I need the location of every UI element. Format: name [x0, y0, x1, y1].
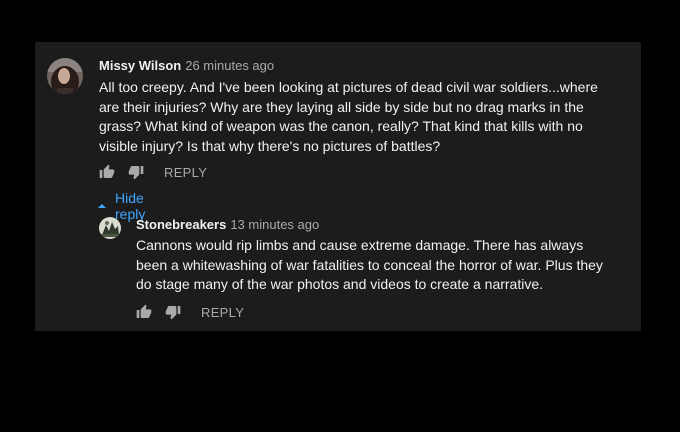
avatar[interactable] [47, 58, 83, 94]
comment-thread: Missy Wilson 26 minutes ago All too creep… [35, 42, 641, 331]
author-name[interactable]: Stonebreakers [136, 217, 226, 232]
comment-header: Missy Wilson 26 minutes ago [99, 58, 274, 74]
reply-button[interactable]: REPLY [201, 305, 244, 320]
thumb-up-icon[interactable] [97, 162, 117, 182]
thumb-down-icon[interactable] [126, 162, 146, 182]
comment-actions: REPLY [134, 302, 244, 322]
caret-up-icon [97, 199, 107, 213]
timestamp[interactable]: 13 minutes ago [230, 217, 319, 232]
avatar[interactable] [99, 217, 121, 239]
reply-button[interactable]: REPLY [164, 165, 207, 180]
thumb-up-icon[interactable] [134, 302, 154, 322]
comment-text: Cannons would rip limbs and cause extrem… [136, 237, 603, 292]
timestamp[interactable]: 26 minutes ago [185, 58, 274, 73]
comment-actions: REPLY [97, 162, 207, 182]
author-name[interactable]: Missy Wilson [99, 58, 181, 73]
comment-header: Stonebreakers 13 minutes ago [136, 217, 319, 233]
comment-text: All too creepy. And I've been looking at… [99, 79, 598, 154]
thumb-down-icon[interactable] [163, 302, 183, 322]
